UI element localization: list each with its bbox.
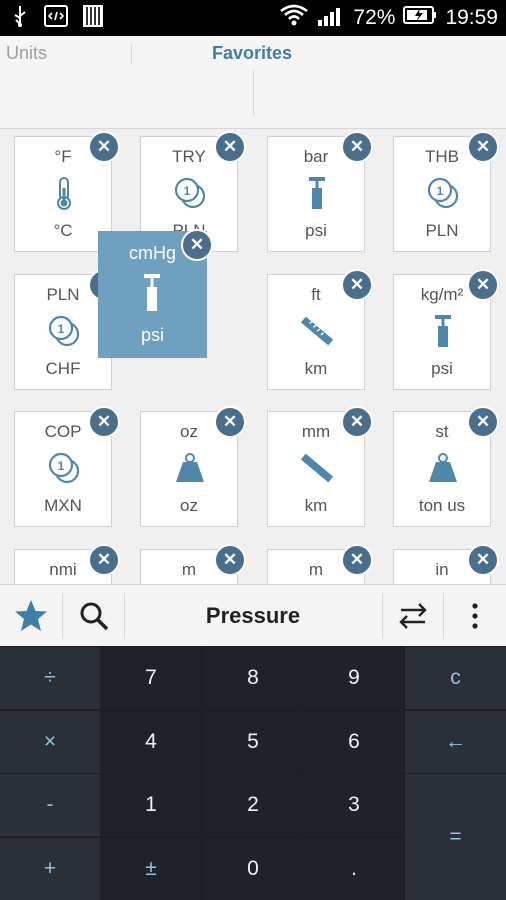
remove-favorite-button[interactable]: ✕: [467, 406, 499, 438]
plus-key[interactable]: +: [0, 838, 100, 900]
to-unit: psi: [431, 359, 453, 378]
tab-bar: Units Favorites: [0, 36, 506, 129]
key-0[interactable]: 0: [203, 838, 303, 900]
key-4[interactable]: 4: [101, 711, 201, 773]
remove-favorite-button[interactable]: ✕: [341, 131, 373, 163]
usb-icon: [10, 4, 30, 33]
to-unit: oz: [180, 496, 198, 515]
pump-icon: [136, 273, 168, 313]
weight-icon: [174, 450, 206, 486]
barcode-icon: [82, 4, 104, 33]
to-unit: km: [304, 496, 328, 515]
pump-icon: [301, 175, 333, 211]
key-9[interactable]: 9: [304, 647, 404, 709]
signal-icon: [317, 3, 345, 33]
key-8[interactable]: 8: [203, 647, 303, 709]
remove-favorite-button[interactable]: ✕: [467, 544, 499, 576]
wifi-icon: [279, 3, 309, 33]
to-unit: PLN: [425, 221, 459, 240]
to-unit: °C: [53, 221, 73, 240]
clock: 19:59: [445, 6, 498, 29]
toolbar: Pressure: [0, 584, 506, 647]
coins-icon: 1: [174, 175, 206, 211]
plus-minus-key[interactable]: ±: [101, 838, 201, 900]
to-unit: km: [304, 359, 328, 378]
to-unit: MXN: [44, 496, 82, 515]
to-unit: ton us: [418, 496, 466, 515]
to-unit: psi: [305, 221, 327, 240]
remove-favorite-button[interactable]: ✕: [341, 544, 373, 576]
coins-icon: 1: [48, 450, 80, 486]
to-unit: CHF: [45, 359, 81, 378]
search-icon: [80, 602, 109, 631]
remove-favorite-button[interactable]: ✕: [214, 131, 246, 163]
remove-favorite-button[interactable]: ✕: [88, 406, 120, 438]
remove-favorite-button[interactable]: ✕: [341, 269, 373, 301]
favorites-grid[interactable]: °F °C TRY 1 PLN bar psi THB 1 PLN PLN 1 …: [0, 129, 506, 584]
remove-favorite-button[interactable]: ✕: [341, 406, 373, 438]
status-bar: 72% 19:59: [0, 0, 506, 36]
pump-icon: [427, 313, 459, 349]
thermometer-icon: [48, 175, 80, 211]
search-button[interactable]: [63, 585, 125, 647]
tab-divider: [253, 70, 254, 116]
tab-favorites[interactable]: Favorites: [212, 43, 292, 64]
battery-charging-icon: [403, 5, 437, 31]
divide-key[interactable]: ÷: [0, 647, 100, 709]
key-2[interactable]: 2: [203, 774, 303, 836]
clear-key[interactable]: c: [405, 647, 506, 709]
decimal-key[interactable]: .: [304, 838, 404, 900]
svg-text:1: 1: [184, 184, 191, 198]
ruler-icon: [301, 450, 333, 486]
category-title[interactable]: Pressure: [125, 585, 381, 647]
more-vert-icon: [472, 603, 478, 629]
svg-text:1: 1: [437, 184, 444, 198]
to-unit: psi: [140, 325, 164, 345]
coins-icon: 1: [48, 313, 80, 349]
equals-key[interactable]: =: [405, 774, 506, 900]
swap-units-button[interactable]: [383, 585, 443, 647]
remove-favorite-button[interactable]: ✕: [467, 131, 499, 163]
remove-favorite-button[interactable]: ✕: [214, 544, 246, 576]
developer-icon: [44, 4, 68, 32]
tab-divider: [131, 44, 132, 64]
remove-favorite-button[interactable]: ✕: [214, 406, 246, 438]
key-5[interactable]: 5: [203, 711, 303, 773]
key-6[interactable]: 6: [304, 711, 404, 773]
favorites-star-button[interactable]: [0, 585, 62, 647]
remove-favorite-button[interactable]: ✕: [88, 131, 120, 163]
battery-percent: 72%: [353, 6, 396, 29]
backspace-key[interactable]: ←: [405, 711, 506, 773]
ruler-icon: [301, 313, 333, 349]
weight-icon: [427, 450, 459, 486]
keypad: ÷ 7 8 9 c × 4 5 6 ← - 1 2 3 = + ± 0 .: [0, 646, 506, 900]
key-7[interactable]: 7: [101, 647, 201, 709]
swap-icon: [399, 603, 427, 629]
remove-favorite-button[interactable]: ✕: [88, 544, 120, 576]
svg-text:1: 1: [58, 322, 65, 336]
status-right: 72% 19:59: [279, 4, 498, 32]
minus-key[interactable]: -: [0, 774, 100, 836]
remove-favorite-button[interactable]: ✕: [467, 269, 499, 301]
multiply-key[interactable]: ×: [0, 711, 100, 773]
remove-favorite-button[interactable]: ✕: [181, 229, 213, 261]
status-left: [10, 4, 104, 33]
tab-units[interactable]: Units: [6, 43, 47, 64]
coins-icon: 1: [427, 175, 459, 211]
key-3[interactable]: 3: [304, 774, 404, 836]
star-icon: [15, 600, 47, 631]
key-1[interactable]: 1: [101, 774, 201, 836]
svg-text:1: 1: [58, 459, 65, 473]
overflow-menu-button[interactable]: [444, 585, 506, 647]
